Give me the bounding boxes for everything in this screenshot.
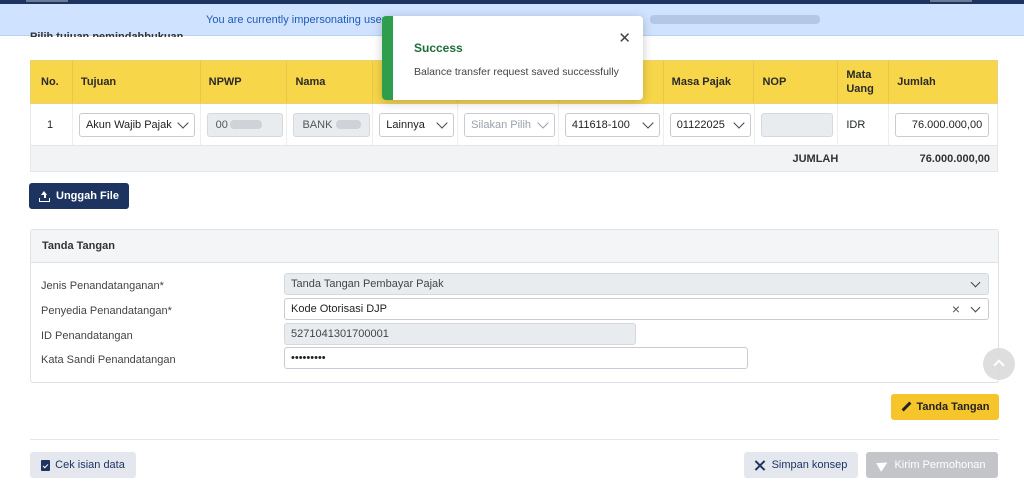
- kategori-select[interactable]: Lainnya: [379, 112, 455, 137]
- kode-akun-value: 411618-100: [571, 118, 630, 131]
- upload-icon: [39, 190, 51, 202]
- col-masa-pajak: Masa Pajak: [664, 61, 755, 103]
- col-no: No.: [31, 61, 73, 103]
- kategori-value: Lainnya: [386, 118, 425, 131]
- table-row: 1 Akun Wajib Pajak 00 BANK Lainnya Silak…: [30, 104, 998, 146]
- pilihan-select[interactable]: Silakan Pilih: [464, 112, 556, 137]
- col-tujuan: Tujuan: [73, 61, 201, 103]
- nama-field: BANK: [293, 112, 371, 137]
- chevron-down-icon: [642, 116, 654, 129]
- chevron-down-icon: [436, 116, 448, 129]
- penyedia-penandatangan-select[interactable]: Kode Otorisasi DJP ×: [284, 298, 989, 320]
- cek-isian-button[interactable]: Cek isian data: [30, 452, 136, 478]
- id-label: ID Penandatangan: [41, 330, 133, 342]
- simpan-konsep-label: Simpan konsep: [771, 459, 848, 471]
- nop-field: [760, 112, 833, 137]
- col-mata-uang: Mata Uang: [838, 61, 890, 103]
- npwp-field: 00: [206, 112, 283, 137]
- close-icon[interactable]: ✕: [618, 29, 631, 47]
- success-toast: Success Balance transfer request saved s…: [382, 16, 643, 100]
- signature-panel: Tanda Tangan Jenis Penandatanganan* Tand…: [30, 229, 999, 383]
- cek-isian-label: Cek isian data: [55, 459, 125, 471]
- sandi-label: Kata Sandi Penandatangan: [41, 354, 176, 366]
- kata-sandi-input[interactable]: •••••••••: [284, 347, 748, 369]
- clear-icon[interactable]: ×: [952, 301, 960, 317]
- impersonation-text: You are currently impersonating user:: [206, 14, 389, 26]
- kirim-permohonan-label: Kirim Permohonan: [894, 459, 986, 471]
- upload-file-label: Unggah File: [56, 190, 119, 202]
- tools-icon: [754, 459, 766, 471]
- tujuan-value: Akun Wajib Pajak: [85, 118, 172, 131]
- chevron-down-icon: [537, 116, 549, 129]
- penyedia-value: Kode Otorisasi DJP: [291, 303, 387, 315]
- toast-message: Balance transfer request saved successfu…: [414, 66, 619, 78]
- nama-redacted: [336, 120, 362, 129]
- col-jumlah: Jumlah: [897, 76, 936, 88]
- clipboard-check-icon: [41, 459, 51, 471]
- col-nama: Nama: [287, 61, 374, 103]
- simpan-konsep-button[interactable]: Simpan konsep: [744, 452, 858, 478]
- kirim-permohonan-button[interactable]: Kirim Permohonan: [866, 452, 998, 478]
- jenis-value: Tanda Tangan Pembayar Pajak: [291, 278, 444, 290]
- chevron-down-icon: [733, 116, 745, 129]
- nama-value: BANK: [302, 118, 333, 131]
- jumlah-input[interactable]: 76.000.000,00: [895, 112, 990, 137]
- paper-plane-icon: [876, 458, 891, 472]
- upload-file-button[interactable]: Unggah File: [29, 183, 129, 209]
- section-title: Pilih tujuan pemindahbukuan: [30, 31, 184, 37]
- table-footer: JUMLAH 76.000.000,00: [30, 146, 998, 172]
- npwp-redacted: [229, 120, 262, 129]
- total-label: JUMLAH: [792, 152, 839, 165]
- jenis-label: Jenis Penandatanganan*: [41, 280, 164, 292]
- col-nop: NOP: [754, 61, 839, 103]
- masa-pajak-select[interactable]: 01122025: [669, 112, 751, 137]
- mata-uang-value: IDR: [838, 104, 890, 145]
- row-no: 1: [31, 104, 73, 145]
- pilihan-placeholder: Silakan Pilih: [471, 118, 532, 131]
- tanda-tangan-button[interactable]: Tanda Tangan: [891, 394, 999, 420]
- chevron-down-icon: [970, 302, 981, 313]
- penyedia-label: Penyedia Penandatangan*: [41, 305, 172, 317]
- npwp-value: 00: [215, 118, 228, 131]
- scroll-to-top-button[interactable]: [983, 348, 1015, 380]
- chevron-down-icon: [970, 277, 981, 288]
- top-bar-tab[interactable]: [26, 0, 68, 2]
- toast-title: Success: [414, 41, 463, 55]
- id-penandatangan-field: 5271041301700001: [284, 323, 636, 345]
- tanda-tangan-label: Tanda Tangan: [916, 401, 990, 413]
- total-value: 76.000.000,00: [919, 152, 990, 165]
- pencil-icon: [901, 401, 912, 413]
- signature-panel-title: Tanda Tangan: [31, 230, 998, 263]
- top-bar-tab[interactable]: [930, 0, 972, 2]
- kode-akun-select[interactable]: 411618-100: [564, 112, 660, 137]
- impersonated-user-redacted: [650, 15, 820, 24]
- col-npwp: NPWP: [201, 61, 288, 103]
- jenis-penandatanganan-select[interactable]: Tanda Tangan Pembayar Pajak: [284, 273, 989, 295]
- tujuan-select[interactable]: Akun Wajib Pajak: [78, 112, 195, 137]
- divider: [30, 439, 999, 440]
- chevron-down-icon: [177, 116, 189, 129]
- masa-pajak-value: 01122025: [676, 118, 725, 131]
- chevron-up-icon: [993, 359, 1005, 371]
